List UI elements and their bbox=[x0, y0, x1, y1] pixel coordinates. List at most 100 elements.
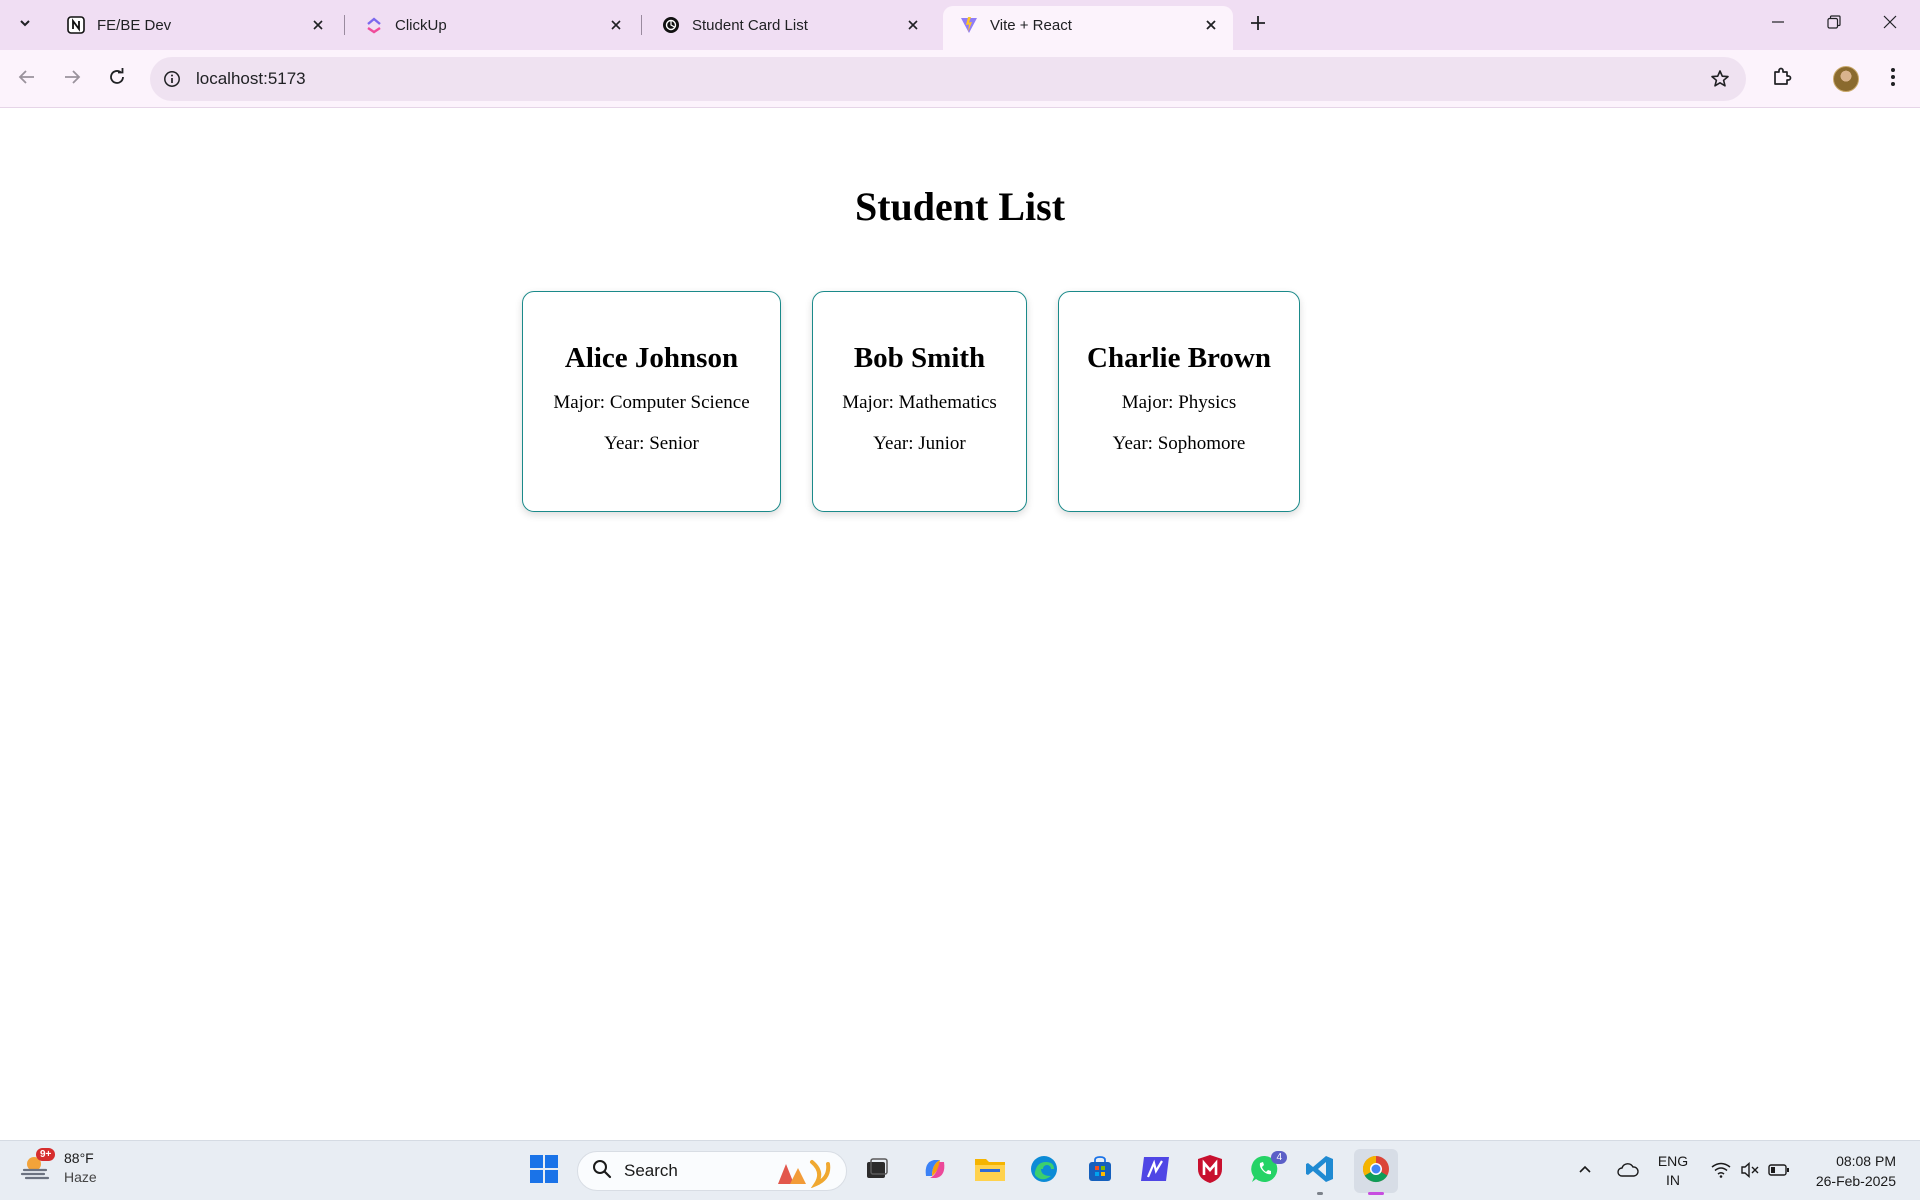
copilot-icon bbox=[920, 1154, 950, 1189]
browser-toolbar: localhost:5173 bbox=[0, 50, 1920, 108]
network-button[interactable] bbox=[1706, 1141, 1736, 1200]
close-window-button[interactable] bbox=[1862, 0, 1918, 48]
student-card: Bob Smith Major: Mathematics Year: Junio… bbox=[812, 291, 1027, 512]
taskbar-app-file-explorer[interactable] bbox=[968, 1149, 1012, 1193]
page-content: Student List Alice Johnson Major: Comput… bbox=[0, 109, 1920, 1140]
student-major: Major: Physics bbox=[1121, 392, 1237, 413]
taskbar-app-task-view[interactable] bbox=[855, 1149, 899, 1193]
running-indicator bbox=[1317, 1192, 1323, 1195]
taskbar-app-vscode[interactable] bbox=[1298, 1149, 1342, 1195]
battery-button[interactable] bbox=[1764, 1141, 1794, 1200]
volume-muted-icon bbox=[1740, 1161, 1760, 1181]
tab-title: ClickUp bbox=[395, 16, 447, 34]
close-icon bbox=[1883, 15, 1897, 34]
arrow-right-icon bbox=[63, 68, 81, 91]
arrow-left-icon bbox=[18, 68, 36, 91]
tab-clickup[interactable]: ClickUp bbox=[348, 7, 638, 43]
taskbar-search-box[interactable]: Search bbox=[577, 1151, 847, 1191]
back-button[interactable] bbox=[9, 61, 45, 97]
address-bar[interactable]: localhost:5173 bbox=[150, 57, 1746, 101]
folder-icon bbox=[974, 1155, 1006, 1188]
onedrive-button[interactable] bbox=[1610, 1141, 1646, 1200]
browser-menu-button[interactable] bbox=[1875, 61, 1911, 97]
weather-temperature: 88°F bbox=[64, 1150, 94, 1166]
search-icon bbox=[592, 1159, 612, 1184]
student-major: Major: Mathematics bbox=[842, 392, 997, 413]
notification-badge: 4 bbox=[1271, 1151, 1287, 1164]
weather-condition: Haze bbox=[64, 1169, 97, 1185]
vscode-icon bbox=[1305, 1154, 1335, 1189]
taskbar-app-power-automate[interactable] bbox=[1133, 1149, 1177, 1193]
search-label: Search bbox=[624, 1161, 678, 1180]
restore-icon bbox=[1827, 14, 1841, 34]
tab-title: Student Card List bbox=[692, 16, 808, 34]
forward-button[interactable] bbox=[54, 61, 90, 97]
student-card: Charlie Brown Major: Physics Year: Sopho… bbox=[1058, 291, 1300, 512]
taskbar-app-whatsapp[interactable]: 4 bbox=[1243, 1149, 1287, 1193]
page-title: Student List bbox=[854, 184, 1066, 229]
tab-fe-be-dev[interactable]: FE/BE Dev bbox=[50, 7, 340, 43]
tab-separator bbox=[641, 15, 642, 35]
minimize-button[interactable] bbox=[1750, 0, 1806, 48]
language-indicator[interactable]: ENG IN bbox=[1652, 1141, 1694, 1200]
edge-icon bbox=[1029, 1154, 1059, 1189]
tab-vite-react[interactable]: Vite + React bbox=[943, 6, 1233, 50]
system-clock[interactable]: 08:08 PM 26-Feb-2025 bbox=[1816, 1151, 1896, 1191]
language-region: IN bbox=[1666, 1172, 1680, 1188]
minimize-icon bbox=[1771, 15, 1785, 34]
volume-button[interactable] bbox=[1736, 1141, 1764, 1200]
tab-strip: FE/BE Dev ClickUp Student Card List Vite… bbox=[0, 0, 1920, 50]
tab-student-card-list[interactable]: Student Card List bbox=[645, 7, 935, 43]
language-code: ENG bbox=[1657, 1153, 1689, 1169]
student-major: Major: Computer Science bbox=[553, 392, 750, 413]
chrome-icon bbox=[1361, 1154, 1391, 1189]
weather-haze-icon: 9+ bbox=[20, 1148, 56, 1184]
wifi-icon bbox=[1711, 1162, 1731, 1181]
tab-title: Vite + React bbox=[990, 16, 1072, 34]
tab-search-button[interactable] bbox=[8, 8, 42, 42]
battery-icon bbox=[1768, 1163, 1790, 1179]
notification-badge: 9+ bbox=[36, 1148, 56, 1161]
taskbar: 9+ 88°F Haze Search 4 ENG IN 08:08 PM 26… bbox=[0, 1140, 1920, 1200]
site-info-icon[interactable] bbox=[160, 67, 184, 91]
extensions-button[interactable] bbox=[1764, 61, 1800, 97]
close-icon[interactable] bbox=[1199, 13, 1223, 37]
taskbar-app-copilot[interactable] bbox=[913, 1149, 957, 1193]
windows-logo-icon bbox=[529, 1154, 559, 1189]
cloud-icon bbox=[1617, 1162, 1639, 1181]
student-name: Charlie Brown bbox=[1087, 342, 1271, 374]
student-card: Alice Johnson Major: Computer Science Ye… bbox=[522, 291, 781, 512]
student-card-list: Alice Johnson Major: Computer Science Ye… bbox=[522, 291, 1300, 512]
puzzle-icon bbox=[1771, 66, 1793, 93]
reload-button[interactable] bbox=[99, 61, 135, 97]
bookmark-star-icon[interactable] bbox=[1708, 67, 1732, 91]
more-vertical-icon bbox=[1890, 67, 1896, 92]
avatar bbox=[1833, 66, 1859, 92]
chevron-down-icon bbox=[18, 16, 32, 35]
power-automate-icon bbox=[1140, 1155, 1170, 1188]
chevron-up-icon bbox=[1578, 1163, 1592, 1180]
student-year: Year: Junior bbox=[873, 433, 966, 454]
url-text[interactable]: localhost:5173 bbox=[196, 69, 306, 89]
new-tab-button[interactable] bbox=[1242, 9, 1274, 41]
close-icon[interactable] bbox=[901, 13, 925, 37]
start-button[interactable] bbox=[522, 1149, 566, 1193]
taskbar-app-mcafee[interactable] bbox=[1188, 1149, 1232, 1193]
shield-icon bbox=[1196, 1154, 1224, 1189]
weather-widget[interactable]: 9+ 88°F Haze bbox=[20, 1148, 97, 1187]
taskbar-app-store[interactable] bbox=[1078, 1149, 1122, 1193]
taskbar-app-edge[interactable] bbox=[1022, 1149, 1066, 1193]
close-icon[interactable] bbox=[306, 13, 330, 37]
student-year: Year: Sophomore bbox=[1112, 433, 1246, 454]
tab-separator bbox=[344, 15, 345, 35]
profile-button[interactable] bbox=[1828, 61, 1864, 97]
notion-icon bbox=[66, 16, 85, 35]
student-name: Bob Smith bbox=[853, 342, 986, 374]
taskbar-app-chrome[interactable] bbox=[1354, 1149, 1398, 1195]
clock-date: 26-Feb-2025 bbox=[1815, 1173, 1896, 1189]
show-hidden-icons-button[interactable] bbox=[1570, 1141, 1600, 1200]
restore-button[interactable] bbox=[1806, 0, 1862, 48]
close-icon[interactable] bbox=[604, 13, 628, 37]
plus-icon bbox=[1250, 15, 1266, 36]
student-year: Year: Senior bbox=[604, 433, 699, 454]
